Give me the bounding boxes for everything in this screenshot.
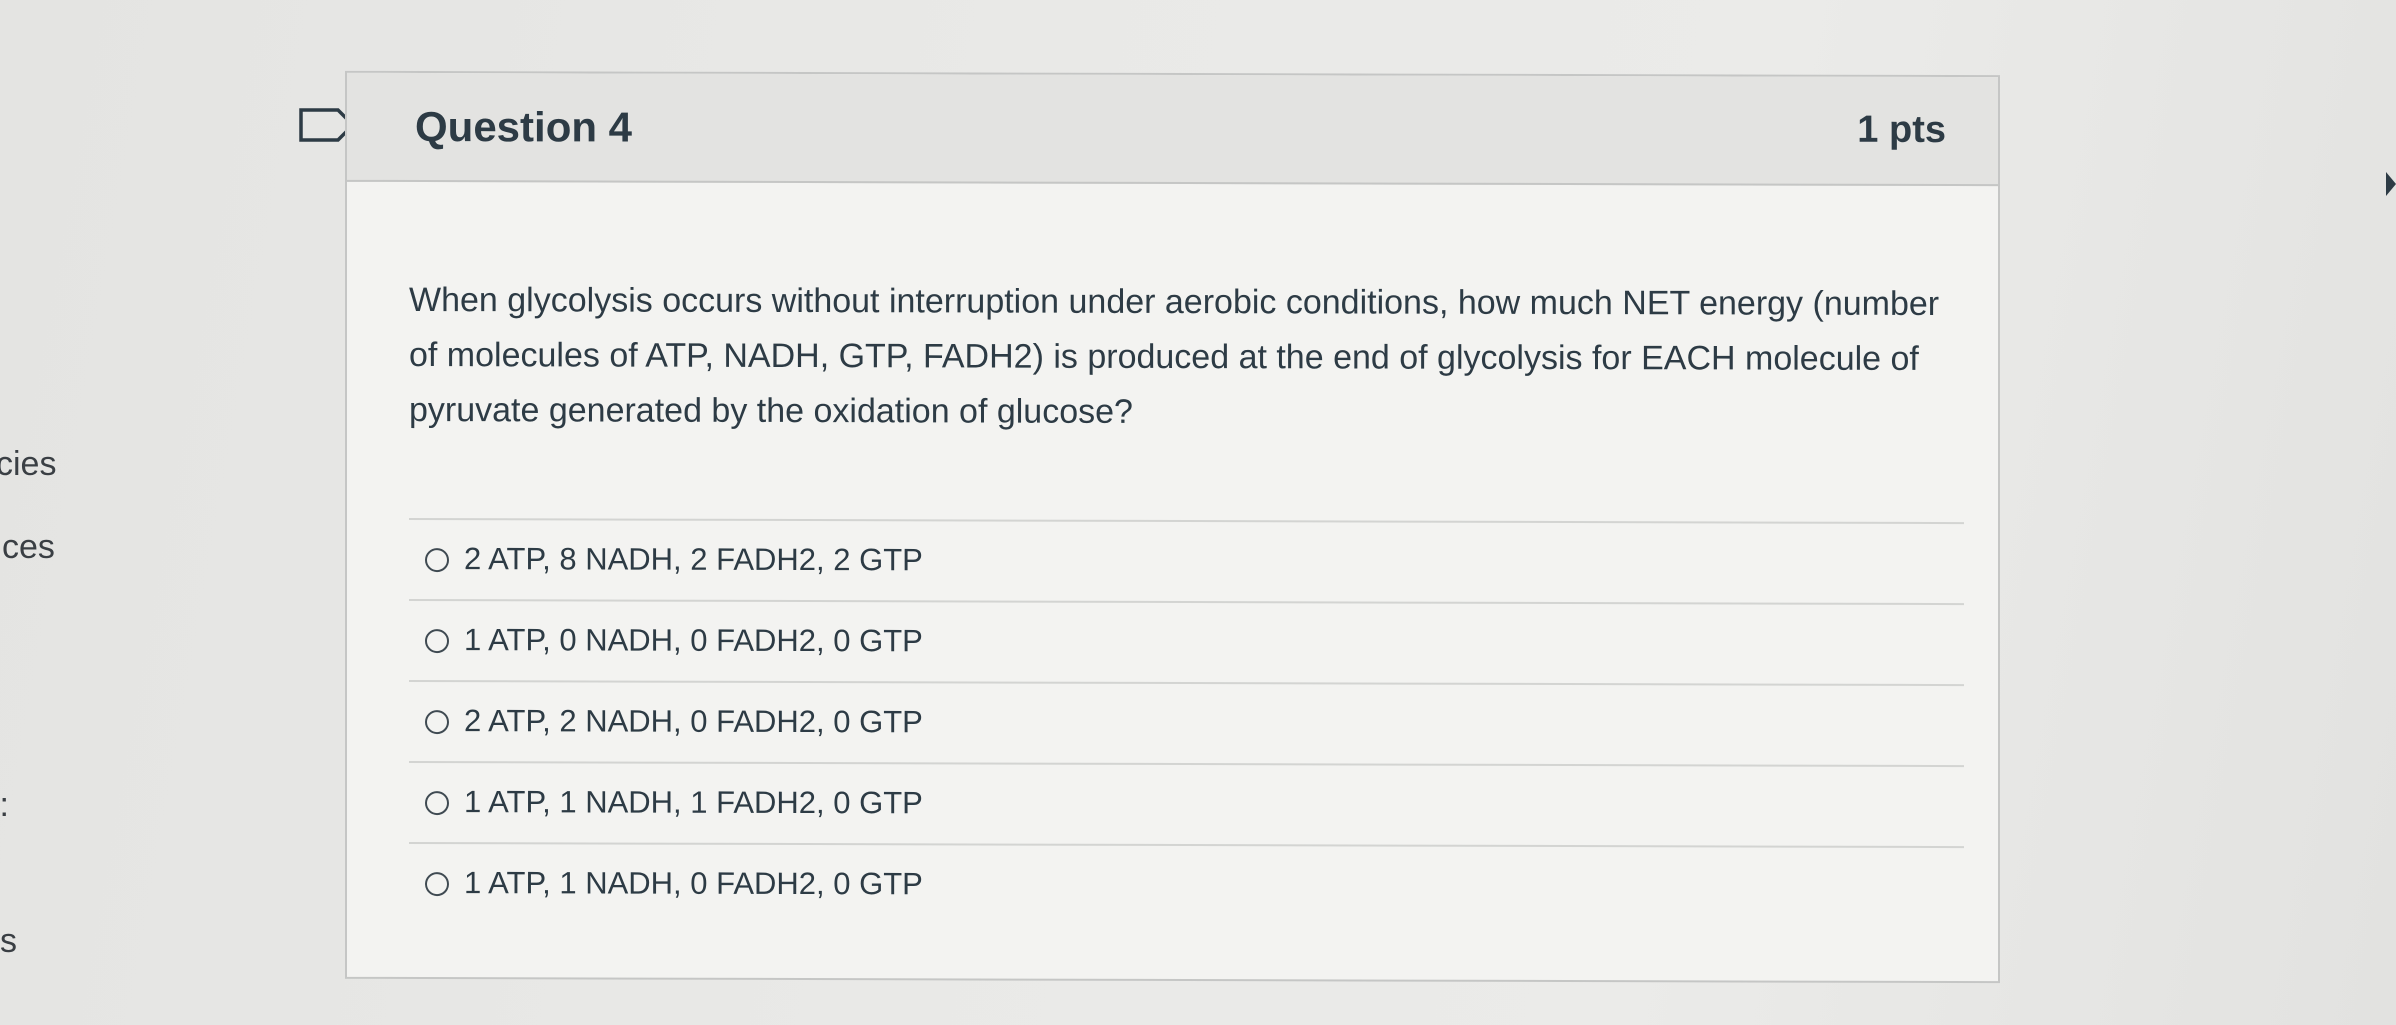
answer-option[interactable]: 2 ATP, 2 NADH, 0 FADH2, 0 GTP [409, 682, 1964, 768]
radio-unselected-icon[interactable] [425, 872, 449, 897]
question-text: When glycolysis occurs without interrupt… [409, 281, 1940, 431]
answer-option[interactable]: 1 ATP, 1 NADH, 1 FADH2, 0 GTP [409, 763, 1964, 849]
radio-unselected-icon[interactable] [425, 629, 449, 654]
answer-label[interactable]: 1 ATP, 1 NADH, 0 FADH2, 0 GTP [464, 865, 923, 902]
answer-option[interactable]: 1 ATP, 0 NADH, 0 FADH2, 0 GTP [409, 601, 1964, 687]
scroll-arrow-icon[interactable] [2386, 172, 2396, 196]
nav-item-cies[interactable]: cies [0, 445, 56, 484]
left-course-nav: cies ces l: s [0, 0, 80, 1025]
answer-label[interactable]: 1 ATP, 1 NADH, 1 FADH2, 0 GTP [464, 784, 923, 821]
radio-unselected-icon[interactable] [425, 791, 449, 816]
answer-option[interactable]: 2 ATP, 8 NADH, 2 FADH2, 2 GTP [409, 520, 1964, 606]
radio-unselected-icon[interactable] [425, 710, 449, 735]
nav-item-l[interactable]: l: [0, 786, 9, 825]
nav-item-ces[interactable]: ces [2, 528, 55, 567]
radio-unselected-icon[interactable] [425, 548, 449, 573]
question-card: Question 4 1 pts When glycolysis occurs … [345, 70, 2000, 984]
answer-option[interactable]: 1 ATP, 1 NADH, 0 FADH2, 0 GTP [409, 844, 1964, 927]
answer-label[interactable]: 2 ATP, 2 NADH, 0 FADH2, 0 GTP [464, 703, 923, 740]
answer-label[interactable]: 2 ATP, 8 NADH, 2 FADH2, 2 GTP [464, 541, 923, 578]
question-header: Question 4 1 pts [347, 72, 1998, 187]
question-title: Question 4 [415, 103, 633, 151]
answer-label[interactable]: 1 ATP, 0 NADH, 0 FADH2, 0 GTP [464, 622, 923, 659]
nav-item-s[interactable]: s [0, 922, 17, 961]
answer-list: 2 ATP, 8 NADH, 2 FADH2, 2 GTP 1 ATP, 0 N… [409, 518, 1969, 927]
question-points: 1 pts [1857, 108, 1946, 152]
